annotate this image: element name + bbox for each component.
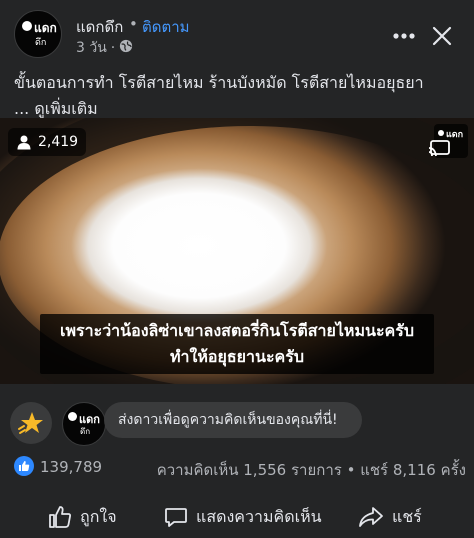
share-label: แชร์ xyxy=(392,506,422,526)
avatar-dot xyxy=(22,21,32,31)
comment-input[interactable]: ส่งดาวเพื่อดูความคิดเห็นของคุณที่นี่! xyxy=(104,402,362,438)
post-time[interactable]: 3 วัน xyxy=(76,37,107,59)
see-more-link[interactable]: ... ดูเพิ่มเติม xyxy=(14,99,98,118)
like-reaction-icon[interactable] xyxy=(14,456,34,476)
meta-dot: · xyxy=(110,40,116,56)
post-header: แดก ดึก แดกดึก • ติดตาม 3 วัน · xyxy=(0,0,474,64)
more-options-button[interactable] xyxy=(390,22,418,50)
comment-bubble-icon xyxy=(165,508,187,527)
post-action-bar: ถูกใจ แสดงความคิดเห็น แชร์ xyxy=(0,496,474,538)
avatar-dot xyxy=(68,412,77,421)
like-button[interactable]: ถูกใจ xyxy=(48,502,117,532)
page-avatar[interactable]: แดก ดึก xyxy=(14,10,62,58)
subtitle-line-1: เพราะว่าน้องลิซ่าเขาลงสตอรี่กินโรตีสายไห… xyxy=(60,321,414,340)
post-meta: 3 วัน · xyxy=(76,37,133,59)
view-count-badge: 2,419 xyxy=(8,128,87,156)
logo-text: แดก xyxy=(446,130,464,140)
caption-text: ขั้นตอนการทำ โรตีสายไหม ร้านบังหมัด โรตี… xyxy=(14,73,424,92)
share-arrow-icon xyxy=(359,507,383,527)
subtitle-line-2: ทำให้อยุธยานะครับ xyxy=(170,347,304,366)
comment-button[interactable]: แสดงความคิดเห็น xyxy=(164,502,322,532)
post-caption: ขั้นตอนการทำ โรตีสายไหม ร้านบังหมัด โรตี… xyxy=(14,70,466,122)
avatar-subtext: ดึก xyxy=(35,38,47,48)
commenter-avatar[interactable]: แดก ดึก xyxy=(62,402,106,446)
logo-dot xyxy=(438,130,444,136)
close-button[interactable] xyxy=(428,22,456,50)
avatar-subtext: ดึก xyxy=(80,427,91,436)
thumbs-up-icon xyxy=(19,461,30,471)
video-player[interactable]: 2,419 แดก เพราะว่าน้องลิซ่าเขาลงสตอรี่กิ… xyxy=(0,118,474,384)
follow-button[interactable]: ติดตาม xyxy=(142,15,190,39)
person-icon xyxy=(17,135,31,150)
cast-icon[interactable] xyxy=(428,140,450,158)
star-button[interactable] xyxy=(10,402,52,444)
globe-icon xyxy=(119,39,133,57)
comment-prompt-text: ส่งดาวเพื่อดูความคิดเห็นของคุณที่นี่! xyxy=(118,412,338,428)
view-count: 2,419 xyxy=(38,134,79,150)
reaction-stats: 139,789 ความคิดเห็น 1,556 รายการ • แชร์ … xyxy=(0,454,474,480)
close-icon xyxy=(432,26,452,46)
comments-shares-count[interactable]: ความคิดเห็น 1,556 รายการ • แชร์ 8,116 คร… xyxy=(157,458,466,482)
like-count[interactable]: 139,789 xyxy=(40,458,102,476)
comment-label: แสดงความคิดเห็น xyxy=(196,506,322,526)
page-name[interactable]: แดกดึก xyxy=(76,15,123,39)
share-button[interactable]: แชร์ xyxy=(358,502,422,532)
thumbs-up-outline-icon xyxy=(49,506,71,528)
comment-prompt-row: แดก ดึก ส่งดาวเพื่อดูความคิดเห็นของคุณที… xyxy=(0,392,474,448)
video-subtitle: เพราะว่าน้องลิซ่าเขาลงสตอรี่กินโรตีสายไห… xyxy=(40,314,434,374)
like-label: ถูกใจ xyxy=(80,506,117,526)
more-dots-icon xyxy=(393,33,415,39)
header-separator: • xyxy=(129,15,138,33)
star-icon xyxy=(18,412,43,434)
